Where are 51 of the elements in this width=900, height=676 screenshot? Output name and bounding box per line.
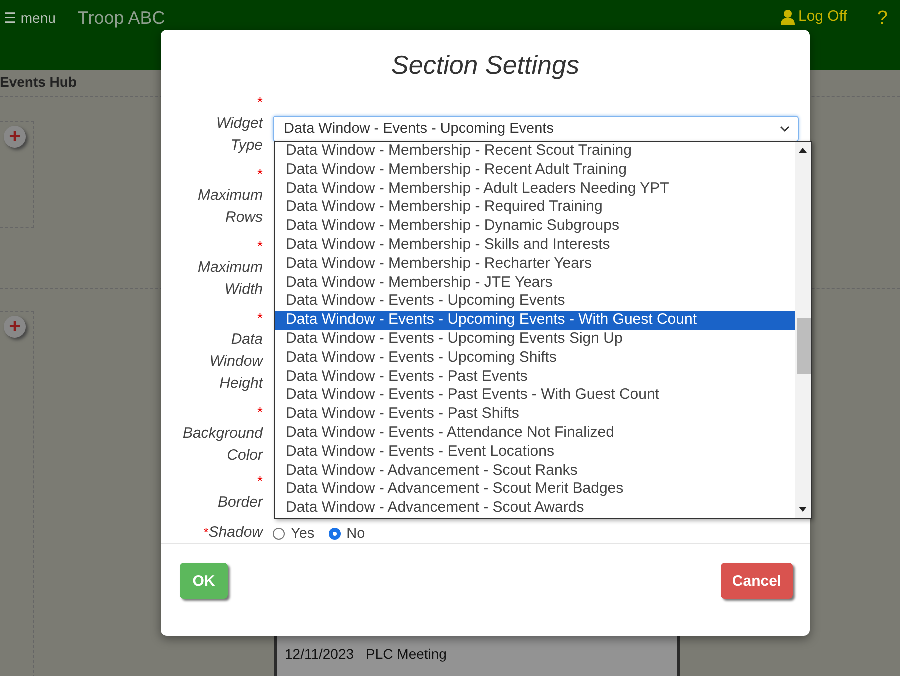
dropdown-option[interactable]: Data Window - Events - Upcoming Shifts	[275, 348, 795, 368]
help-link[interactable]: ?	[877, 8, 888, 30]
required-mark: *	[256, 473, 263, 489]
dropdown-option[interactable]: Data Window - Membership - Recent Adult Training	[275, 160, 795, 180]
radio-label: No	[346, 526, 366, 542]
dropdown-option[interactable]: Data Window - Events - Upcoming Events Sign Up	[275, 330, 795, 349]
dropdown-option[interactable]: Data Window - Events - Past Events - With Guest Count	[275, 386, 795, 406]
event-date: 12/11/2023	[285, 646, 354, 664]
dropdown-option[interactable]: Data Window - Membership - JTE Years	[275, 274, 795, 292]
chevron-icon	[780, 126, 790, 132]
field-label: Widget Type	[215, 114, 263, 156]
dropdown-option[interactable]: Data Window - Events - Past Shifts	[275, 405, 795, 424]
scroll-down-icon	[799, 507, 807, 512]
required-mark: *	[256, 238, 263, 254]
dropdown-option[interactable]: Data Window - Advancement - Scout Merit Badges	[275, 480, 795, 500]
dropdown-option[interactable]: Data Window - Events - Upcoming Events - With Guest Count	[275, 311, 795, 330]
radio-button[interactable]	[328, 528, 341, 540]
required-mark: *	[204, 525, 209, 540]
site-title: Troop ABC	[78, 8, 166, 29]
field-label: Maximum Width	[196, 258, 263, 300]
radio-button[interactable]	[273, 528, 285, 540]
dropdown-option[interactable]: Data Window - Events - Past Events	[275, 368, 795, 386]
scroll-thumb[interactable]	[797, 318, 811, 374]
scrollbar[interactable]	[795, 142, 811, 518]
required-mark: *	[256, 310, 263, 326]
dropdown-option[interactable]: Data Window - Membership - Required Training	[275, 198, 795, 218]
field-label: Data Window Height	[208, 330, 263, 394]
person-icon	[780, 9, 796, 25]
dropdown-option[interactable]: Data Window - Membership - Dynamic Subgroups	[275, 217, 795, 236]
menu-button[interactable]: ☰ menu	[4, 10, 56, 26]
dropdown-option[interactable]: Data Window - Events - Upcoming Events	[275, 292, 795, 312]
cancel-button[interactable]: Cancel	[721, 563, 793, 599]
log-off-link[interactable]: Log Off	[798, 8, 848, 25]
dropdown-option[interactable]: Data Window - Advancement - Scout Awards	[275, 499, 795, 518]
scroll-up-icon	[799, 148, 807, 153]
required-mark: *	[256, 404, 263, 420]
dropdown-option[interactable]: Data Window - Events - Event Locations	[275, 442, 795, 462]
dropdown-option[interactable]: Data Window - Membership - Adult Leaders Needing YPT	[275, 180, 795, 198]
dropdown-option[interactable]: Data Window - Membership - Recent Scout Training	[275, 142, 795, 161]
field-label: Border	[218, 493, 263, 513]
dropdown-option[interactable]: Data Window - Membership - Recharter Years	[275, 254, 795, 274]
required-mark: *	[256, 94, 263, 110]
dropdown-option[interactable]: Data Window - Membership - Skills and Interests	[275, 236, 795, 255]
field-label: Maximum Rows	[196, 186, 263, 228]
required-mark: *	[256, 166, 263, 182]
field-label: Background Color	[182, 424, 263, 466]
dropdown-option[interactable]: Data Window - Events - Attendance Not Finalized	[275, 424, 795, 443]
field-label: Shadow	[208, 523, 263, 543]
radio-label: Yes	[291, 526, 315, 542]
dropdown-option[interactable]: Data Window - Advancement - Scout Ranks	[275, 462, 795, 480]
event-name: PLC Meeting	[366, 646, 447, 664]
